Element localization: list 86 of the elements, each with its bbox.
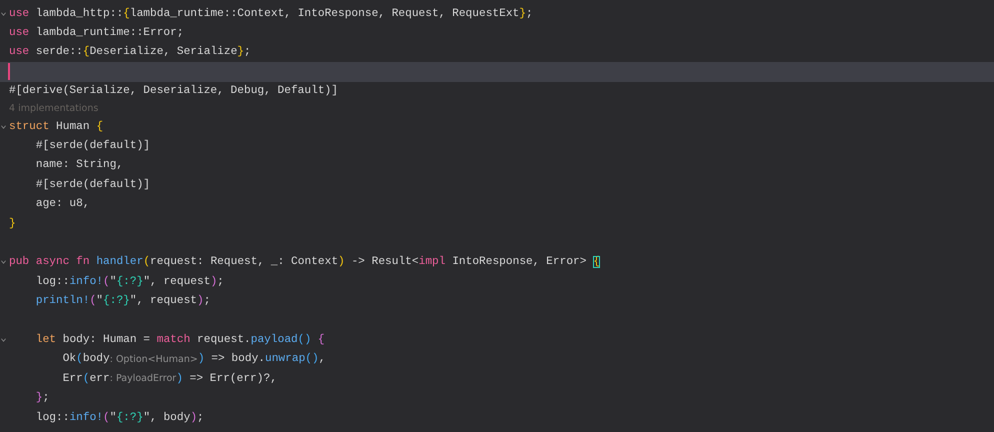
bracket: ( xyxy=(103,412,110,424)
code-text: #[serde(default)] xyxy=(36,140,150,152)
keyword: use xyxy=(9,8,30,20)
bracket: ) xyxy=(338,256,345,268)
code-text: " xyxy=(96,295,104,308)
function-name: unwrap xyxy=(265,353,306,366)
code-text: lambda_http:: xyxy=(36,8,124,20)
keyword: let xyxy=(36,334,56,346)
fold-chevron-icon[interactable] xyxy=(1,338,6,342)
bracket: } xyxy=(9,218,16,230)
function-name: handler xyxy=(96,256,144,268)
fold-chevron-icon[interactable] xyxy=(1,12,6,16)
code-text: -> Result< xyxy=(351,256,419,268)
code-text: ; xyxy=(42,392,50,404)
function-name: println! xyxy=(36,295,90,308)
bracket: ( xyxy=(143,256,150,268)
code-text: log:: xyxy=(36,276,70,288)
keyword: use xyxy=(9,46,30,58)
fold-chevron-icon[interactable] xyxy=(1,124,6,129)
code-text: body xyxy=(82,353,110,366)
bracket: ) xyxy=(198,353,205,366)
code-text: #[serde(default)] xyxy=(36,178,150,191)
keyword: pub xyxy=(9,256,30,268)
bracket: ( xyxy=(82,372,90,385)
code-text: err xyxy=(90,372,110,385)
code-text: name: String, xyxy=(36,159,124,172)
code-text: log:: xyxy=(36,412,70,424)
fold-chevron-icon[interactable] xyxy=(1,260,6,264)
code-text: ; xyxy=(217,276,224,288)
code-text: ", body xyxy=(143,412,190,424)
code-text: #[derive(Serialize, Deserialize, Debug, Default)] xyxy=(9,85,338,98)
string-literal: {:?} xyxy=(103,295,130,308)
code-text: , xyxy=(318,353,326,366)
code-text: => body. xyxy=(211,353,265,366)
bracket: ) xyxy=(190,412,198,424)
code-text: request: Request, _: Context xyxy=(150,256,338,268)
bracket: () xyxy=(305,353,319,366)
code-text: ; xyxy=(204,295,210,308)
code-text: IntoResponse, Error> xyxy=(452,256,586,268)
keyword: use xyxy=(9,27,30,40)
keyword: fn xyxy=(76,256,90,268)
code-text: ; xyxy=(526,8,533,20)
code-text: serde:: xyxy=(36,46,83,58)
bracket: { xyxy=(82,46,90,58)
code-lens-link[interactable]: 4 implementations xyxy=(9,103,98,114)
type-hint: : PayloadError xyxy=(110,373,176,384)
bracket: () xyxy=(298,334,312,346)
bracket: ) xyxy=(176,372,183,385)
bracket: { xyxy=(123,8,130,20)
code-text: body: Human = xyxy=(62,334,150,346)
function-name: info! xyxy=(69,276,104,288)
code-text: => Err(err)?, xyxy=(190,372,277,385)
code-text: ", request xyxy=(143,276,210,288)
keyword: match xyxy=(156,334,190,346)
string-literal: {:?} xyxy=(116,412,144,424)
code-text: request. xyxy=(197,334,251,346)
code-text: Err xyxy=(62,372,83,385)
type-hint: : Option<Human> xyxy=(110,354,198,365)
code-text: age: u8, xyxy=(36,198,90,210)
bracket: { xyxy=(318,334,325,346)
code-text: lambda_runtime::Error; xyxy=(36,27,184,40)
code-text: ", request xyxy=(130,295,198,308)
bracket: } xyxy=(237,46,244,58)
keyword: impl xyxy=(418,256,446,268)
bracket: ) xyxy=(210,276,218,288)
code-text: " xyxy=(110,276,116,288)
function-name: payload xyxy=(250,334,298,346)
bracket: ( xyxy=(76,353,83,366)
keyword: struct xyxy=(9,120,50,133)
code-text: " xyxy=(110,412,116,424)
keyword: async xyxy=(36,256,70,268)
bracket: ( xyxy=(90,295,96,308)
text-cursor xyxy=(8,63,10,80)
bracket: ) xyxy=(197,295,204,308)
code-text: ; xyxy=(244,46,251,58)
code-text: Deserialize, Serialize xyxy=(90,46,238,58)
string-literal: {:?} xyxy=(116,276,144,288)
bracket: ( xyxy=(103,276,110,288)
code-text: ; xyxy=(197,412,204,424)
bracket: { xyxy=(96,120,104,133)
code-text: lambda_runtime::Context, IntoResponse, Request, RequestExt xyxy=(130,8,520,20)
code-text: Ok xyxy=(62,353,76,366)
bracket: } xyxy=(36,392,43,404)
bracket: } xyxy=(519,8,526,20)
code-text: Human xyxy=(56,120,90,133)
function-name: info! xyxy=(69,412,104,424)
